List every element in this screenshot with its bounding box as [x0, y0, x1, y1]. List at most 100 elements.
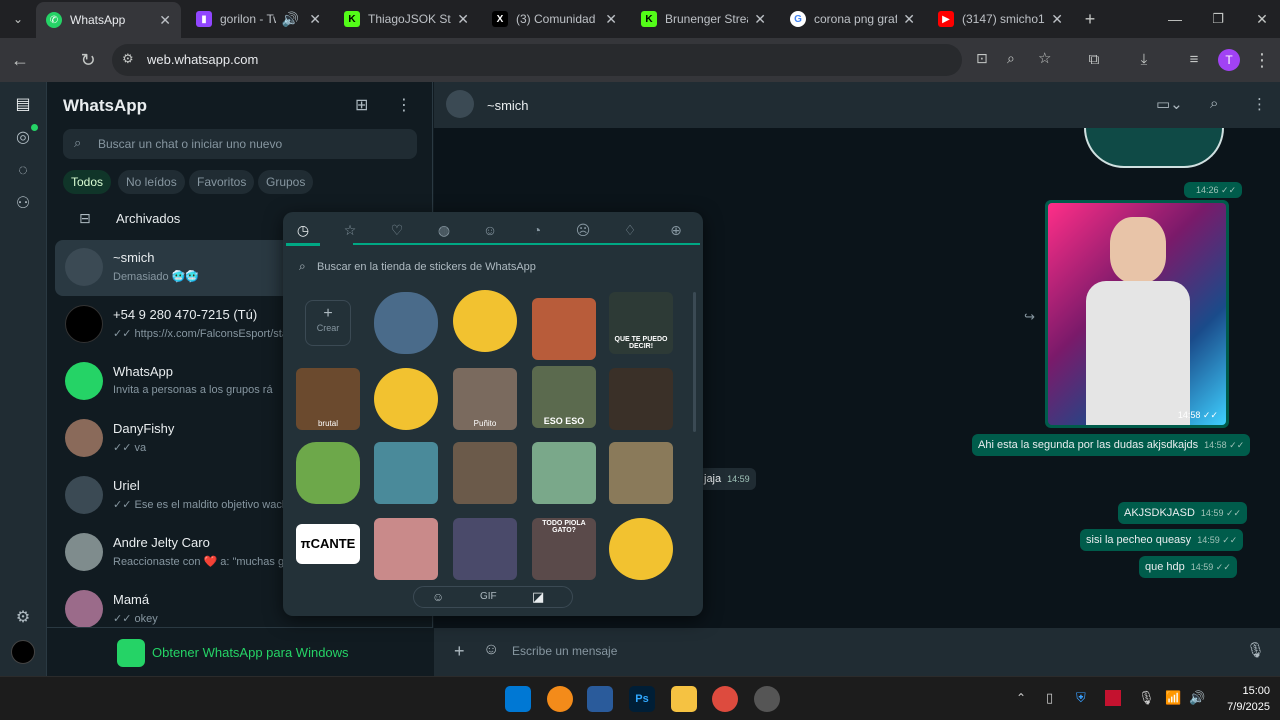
communities-icon[interactable]: ⚇ [12, 193, 34, 215]
filter-favoritos[interactable]: Favoritos [189, 170, 255, 194]
bookmark-star-icon[interactable]: ☆ [1038, 49, 1051, 67]
sticker[interactable] [374, 368, 438, 430]
archived-row[interactable]: Archivados [116, 211, 180, 226]
previous-image[interactable] [1084, 128, 1224, 168]
close-icon[interactable]: ✕ [1051, 11, 1063, 28]
clock-date[interactable]: 7/9/2025 [1215, 701, 1270, 713]
microphone-icon[interactable]: 🎙 [1246, 641, 1265, 659]
steam-icon[interactable] [754, 686, 780, 712]
media-controls-icon[interactable]: ≡ [1182, 48, 1206, 72]
contact-avatar[interactable] [446, 90, 474, 118]
sticker-search-input[interactable]: ⌕ Buscar en la tienda de stickers de Wha… [291, 256, 689, 278]
tab-brunenger[interactable]: K Brunenger Strea ✕ [631, 4, 776, 34]
sticker[interactable]: brutal [296, 368, 360, 430]
sticker[interactable] [374, 442, 438, 504]
file-explorer-icon[interactable] [671, 686, 697, 712]
tab-comunidad[interactable]: X (3) Comunidad E ✕ [482, 4, 627, 34]
pack-icon[interactable]: ◔ [528, 222, 546, 240]
tab-thiagojsok[interactable]: K ThiagoJSOK Stre ✕ [334, 4, 479, 34]
face-icon[interactable]: ☹ [574, 222, 592, 240]
sticker[interactable]: ESO ESO [532, 366, 596, 428]
security-icon[interactable]: ⛨ [1076, 690, 1086, 706]
install-icon[interactable]: ⊡ [976, 50, 988, 67]
profile-avatar[interactable]: T [1218, 49, 1240, 71]
sticker-pack-icon[interactable]: ◍ [435, 222, 453, 240]
image-message[interactable]: 14:58 ✓✓ [1045, 200, 1229, 428]
heart-icon[interactable]: ♡ [388, 222, 406, 240]
filter-todos[interactable]: Todos [63, 170, 112, 194]
sticker[interactable] [453, 518, 517, 580]
minimize-icon[interactable]: — [1163, 7, 1187, 31]
tab-gorilon[interactable]: ▮ gorilon - Tw 🔊 ✕ [186, 4, 331, 34]
zoom-icon[interactable]: ⌕ [1007, 50, 1015, 67]
sticker[interactable] [453, 442, 517, 504]
gif-tab[interactable]: GIF [480, 591, 497, 602]
get-windows-link[interactable]: Obtener WhatsApp para Windows [152, 645, 349, 660]
favorites-star-icon[interactable]: ☆ [341, 222, 359, 240]
attach-plus-icon[interactable]: + [454, 641, 465, 662]
browser-menu-icon[interactable]: ⋮ [1250, 48, 1274, 72]
volume-icon[interactable]: 🔊 [1189, 690, 1205, 706]
filter-grupos[interactable]: Grupos [258, 170, 314, 194]
chats-icon[interactable]: ▤ [12, 94, 34, 116]
sticker-scrollbar[interactable] [693, 292, 696, 432]
speaker-icon[interactable]: 🔊 [282, 11, 299, 28]
tab-corona[interactable]: G corona png graf ✕ [780, 4, 925, 34]
clock-time[interactable]: 15:00 [1225, 685, 1270, 697]
reload-icon[interactable]: ↻ [76, 48, 100, 72]
new-chat-icon[interactable]: ⊞ [355, 95, 368, 115]
app-tray-icon[interactable] [1105, 690, 1121, 706]
chrome-icon[interactable] [712, 686, 738, 712]
sticker[interactable]: QUE TE PUEDO DECIR! [609, 292, 673, 354]
tab-youtube[interactable]: ▶ (3147) smicho15 ✕ [928, 4, 1073, 34]
wifi-icon[interactable]: 📶 [1165, 690, 1181, 706]
sticker[interactable] [609, 368, 673, 430]
close-icon[interactable]: ✕ [903, 11, 915, 28]
sticker-icon[interactable]: ☺ [483, 641, 499, 659]
microphone-tray-icon[interactable]: 🎙 [1138, 690, 1155, 706]
usb-icon[interactable]: ▯ [1046, 690, 1053, 706]
settings-icon[interactable]: ⚙ [12, 607, 34, 629]
create-sticker-button[interactable]: + Crear [305, 300, 351, 346]
video-call-icon[interactable]: ▭⌄ [1156, 95, 1183, 113]
emoji-tab-icon[interactable]: ☺ [432, 590, 444, 604]
new-tab-icon[interactable]: + [1078, 7, 1102, 31]
profile-photo[interactable] [11, 640, 35, 664]
sticker[interactable]: πCANTE [296, 524, 360, 564]
status-icon[interactable]: ◎ [12, 127, 34, 149]
sticker[interactable] [609, 442, 673, 504]
smile-icon[interactable]: ☺ [481, 222, 499, 240]
search-icon[interactable]: ⌕ [1210, 95, 1218, 112]
sticker[interactable] [532, 298, 596, 360]
contact-name[interactable]: ~smich [487, 98, 529, 113]
back-icon[interactable]: ← [8, 48, 32, 72]
channels-icon[interactable]: ◌ [12, 160, 34, 182]
window-close-icon[interactable]: ✕ [1250, 7, 1274, 31]
tab-whatsapp[interactable]: ✆ WhatsApp ✕ [36, 2, 181, 38]
sticker[interactable] [453, 290, 517, 352]
sticker[interactable] [296, 442, 360, 504]
close-icon[interactable]: ✕ [457, 11, 469, 28]
message-input[interactable]: Escribe un mensaje [512, 644, 617, 658]
windows-start-icon[interactable] [505, 686, 531, 712]
maximize-icon[interactable]: ❐ [1206, 7, 1230, 31]
forward-icon[interactable]: ↪ [1024, 309, 1035, 325]
photoshop-icon[interactable]: Ps [629, 686, 655, 712]
menu-icon[interactable]: ⋮ [1252, 95, 1267, 113]
cake-icon[interactable]: ♢ [621, 222, 639, 240]
tab-search-icon[interactable]: ⌄ [6, 7, 30, 31]
sticker[interactable]: TODO PIOLA GATO? [532, 518, 596, 580]
close-icon[interactable]: ✕ [159, 12, 171, 29]
site-info-icon[interactable]: ⚙ [122, 51, 134, 67]
sticker[interactable] [374, 518, 438, 580]
blender-icon[interactable] [547, 686, 573, 712]
close-icon[interactable]: ✕ [605, 11, 617, 28]
close-icon[interactable]: ✕ [309, 11, 321, 28]
filter-no-leidos[interactable]: No leídos [118, 170, 185, 194]
close-icon[interactable]: ✕ [754, 11, 766, 28]
download-icon[interactable]: ⤓ [1132, 48, 1156, 72]
sticker[interactable] [532, 442, 596, 504]
add-pack-icon[interactable]: ⊕ [667, 222, 685, 240]
recent-icon[interactable]: ◷ [294, 222, 312, 240]
sticker[interactable] [374, 292, 438, 354]
